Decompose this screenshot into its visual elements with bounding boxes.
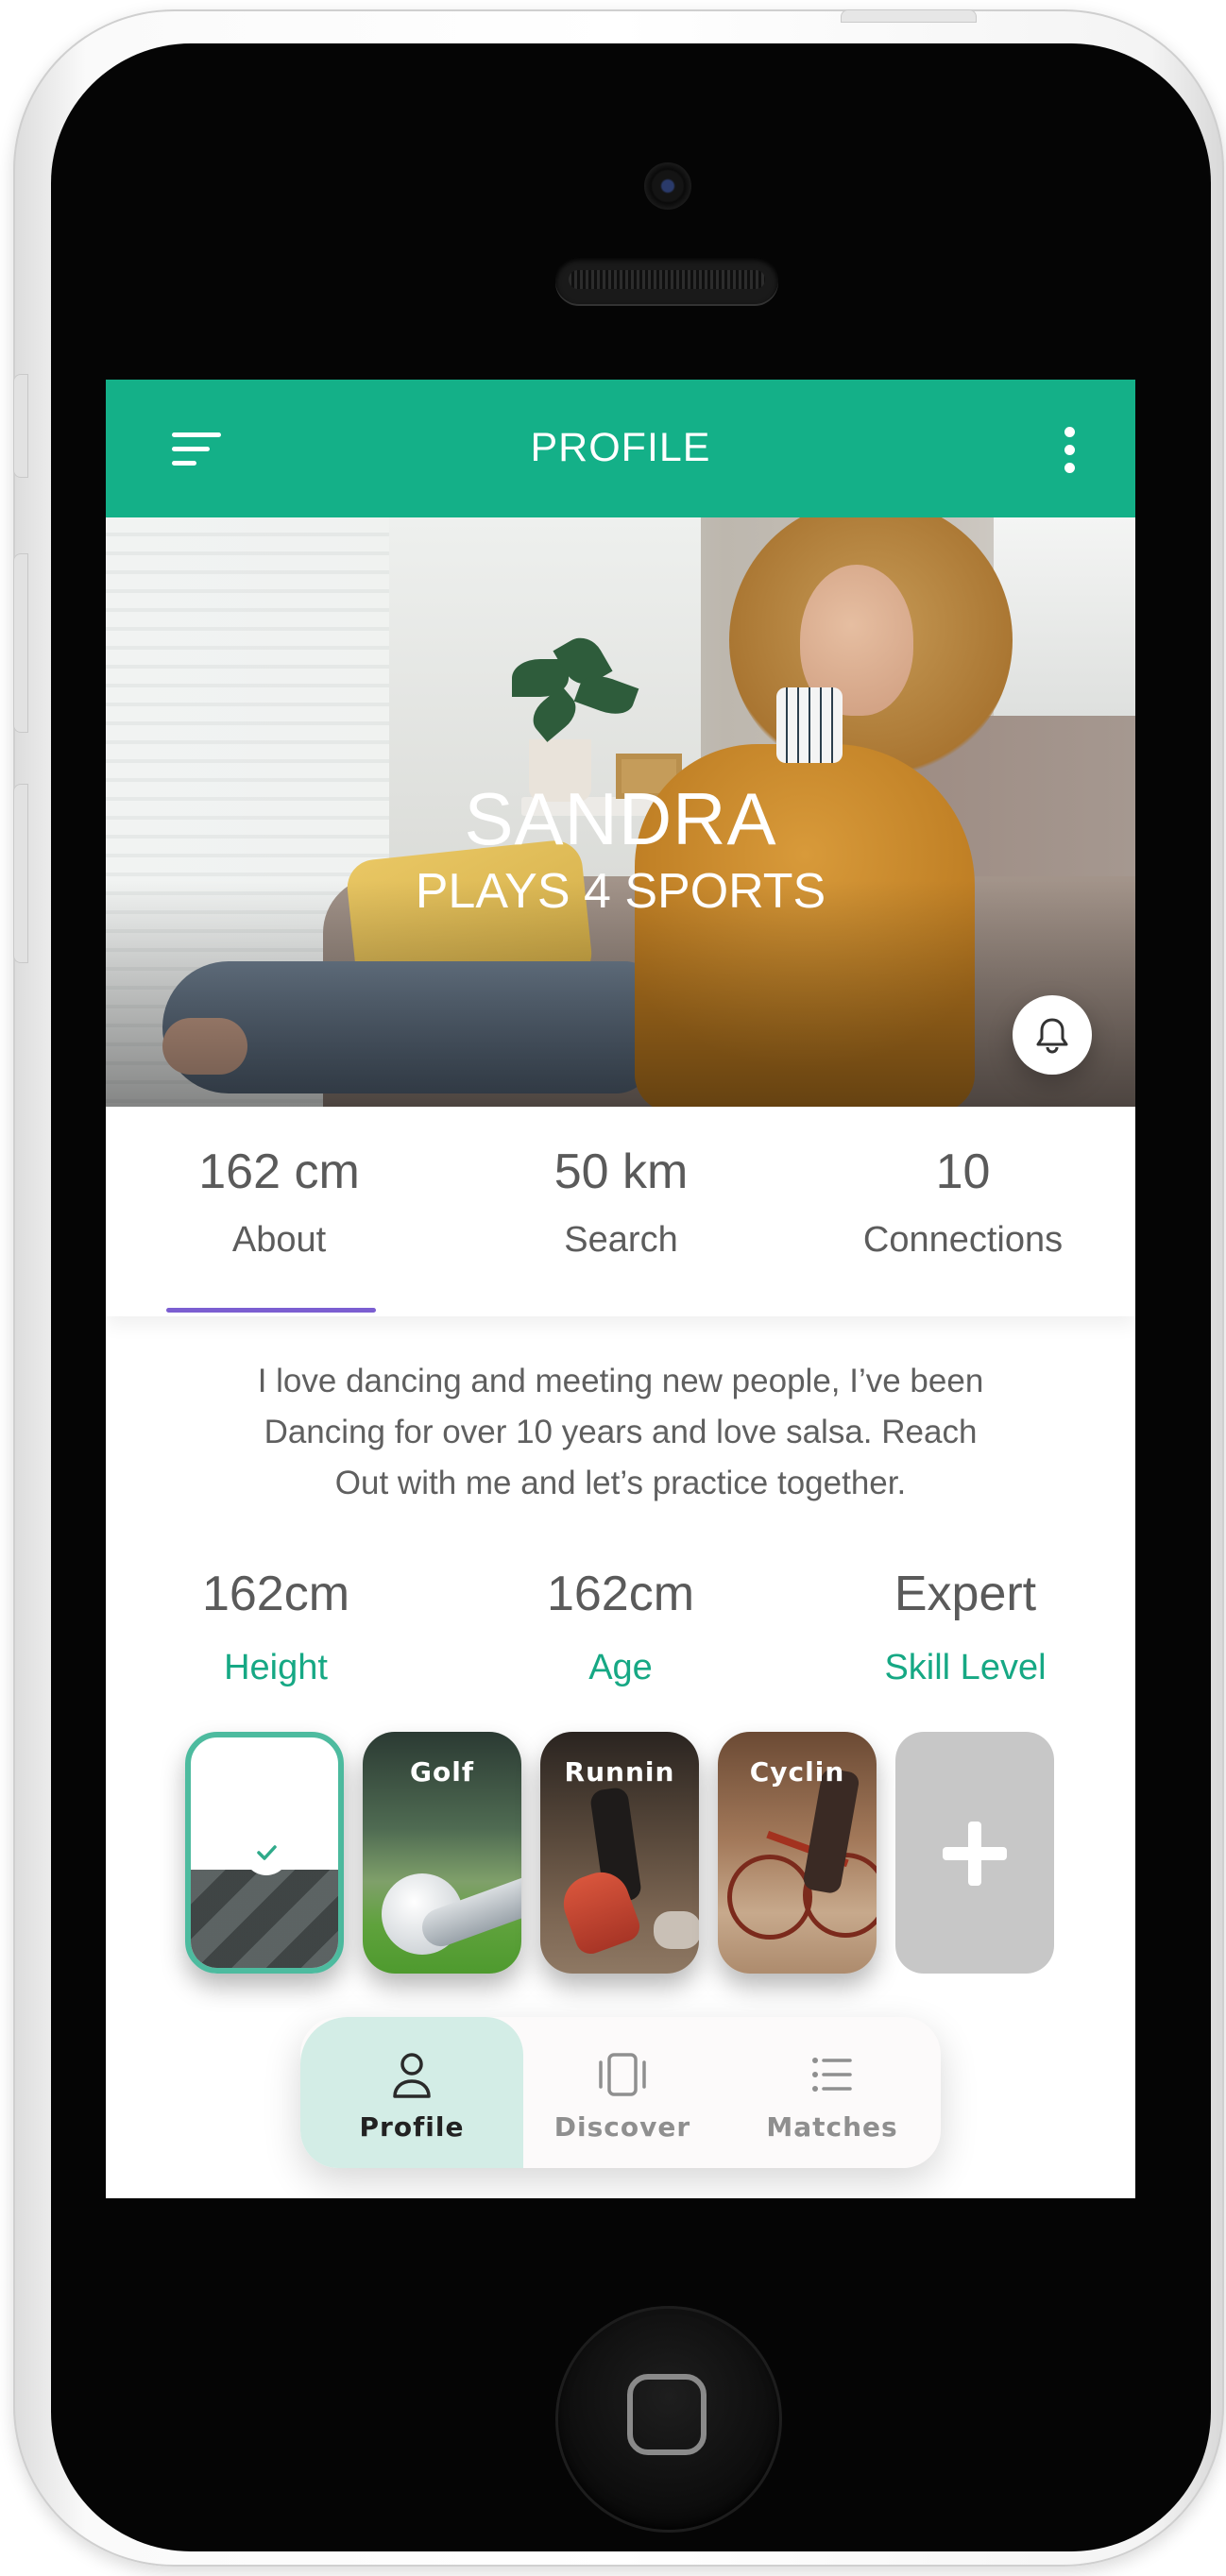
nav-label: Matches [766,2111,898,2143]
stats-tabs: 162 cm About 50 km Search 10 Connections [106,1107,1135,1316]
attribute-value: 162cm [546,1567,695,1621]
distance-stat-value: 50 km [553,1144,689,1199]
tab-search-label: Search [564,1220,678,1260]
nav-matches[interactable]: Matches [725,2017,939,2168]
power-button [841,9,977,23]
profile-name: SANDRA [464,777,777,860]
height-stat-value: 162 cm [198,1144,360,1199]
sport-card-running[interactable]: Runnin [540,1732,699,1974]
page-title: PROFILE [530,425,711,470]
app-screen: PROFILE SANDRA PLAYS 4 SPORTS 162 cm Abo… [106,380,1135,2198]
profile-subtitle: PLAYS 4 SPORTS [415,864,826,919]
add-sport-button[interactable] [895,1732,1054,1974]
tab-search[interactable]: 50 km Search [450,1107,792,1316]
attribute-age: 162cm Age [479,1560,762,1692]
sport-label: Cyclin [749,1756,845,1788]
attribute-label: Height [224,1648,328,1687]
tab-about-label: About [231,1220,327,1260]
check-icon [257,1845,277,1860]
bio-line: Dancing for over 10 years and love salsa… [264,1414,978,1450]
sport-card-golf[interactable]: Golf [363,1732,521,1974]
notification-button[interactable] [1013,995,1092,1075]
front-camera [644,162,691,210]
volume-up-button [13,553,28,733]
attribute-value: Expert [894,1567,1037,1621]
bell-icon [1036,1018,1068,1054]
tab-connections-label: Connections [862,1220,1064,1260]
nav-label: Discover [553,2111,691,2143]
sport-card-dancing[interactable]: Dancin [185,1732,344,1974]
nav-discover[interactable]: Discover [516,2017,729,2168]
profile-bio: I love dancing and meeting new people, I… [181,1356,1060,1509]
bottom-navigation: Profile Discover Matches [300,2017,941,2168]
attribute-height: 162cm Height [134,1560,417,1692]
connections-stat-value: 10 [935,1144,991,1199]
bio-line: I love dancing and meeting new people, I… [257,1363,984,1399]
sport-label: Runnin [564,1756,675,1788]
home-button[interactable] [555,2306,782,2533]
earpiece-speaker [555,257,778,304]
sport-label: Dancin [210,1762,319,1793]
user-icon [393,2053,431,2098]
bio-line: Out with me and let’s practice together. [334,1465,907,1501]
app-bar: PROFILE [106,380,1135,517]
cards-icon [599,2053,646,2096]
tab-about[interactable]: 162 cm About [108,1107,451,1316]
attribute-value: 162cm [201,1567,350,1621]
active-tab-indicator [166,1308,376,1313]
profile-attributes: 162cm Height 162cm Age Expert Skill Leve… [106,1560,1135,1711]
list-icon [812,2058,852,2092]
sport-card-cycling[interactable]: Cyclin [718,1732,877,1974]
nav-profile[interactable]: Profile [300,2017,523,2168]
selected-check-badge [244,1830,289,1875]
mute-switch [13,374,28,478]
sports-list: Dancin Golf Runnin Cyclin [185,1732,1054,1974]
tab-connections[interactable]: 10 Connections [792,1107,1134,1316]
attribute-label: Age [588,1648,653,1687]
more-vertical-icon[interactable] [1060,427,1079,474]
sport-label: Golf [410,1756,474,1788]
attribute-skill-level: Expert Skill Level [824,1560,1107,1692]
home-square-icon [627,2374,707,2455]
volume-down-button [13,784,28,963]
attribute-label: Skill Level [884,1648,1047,1687]
nav-label: Profile [359,2111,465,2143]
